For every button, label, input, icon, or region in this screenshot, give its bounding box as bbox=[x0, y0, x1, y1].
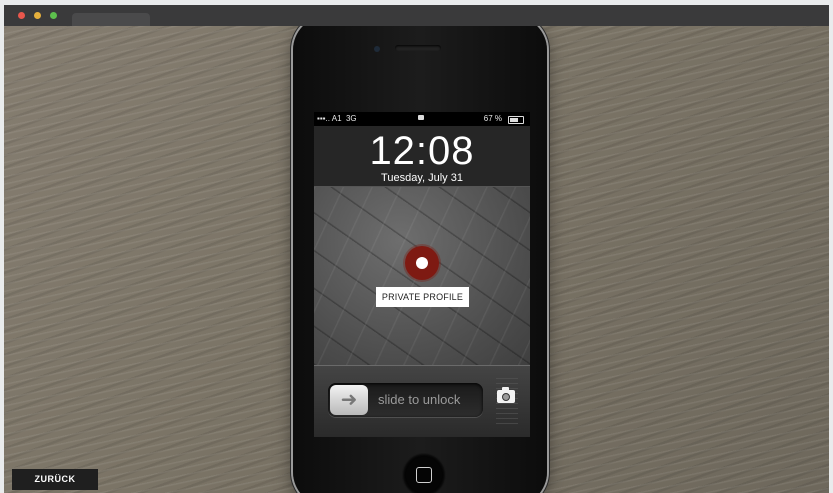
phone-mockup: ▪▪▪.. A1 3G 67 % 12:08 Tuesday, July 31 … bbox=[293, 26, 547, 493]
camera-icon[interactable] bbox=[497, 387, 515, 403]
battery-percent: 67 % bbox=[483, 114, 502, 123]
carrier-label: ▪▪▪.. A1 3G bbox=[317, 112, 357, 126]
browser-tab[interactable] bbox=[72, 13, 150, 26]
carrier-name: A1 bbox=[331, 114, 342, 123]
close-window-button[interactable] bbox=[18, 12, 25, 19]
clock-panel: 12:08 Tuesday, July 31 bbox=[314, 126, 530, 187]
private-profile-button[interactable]: PRIVATE PROFILE bbox=[376, 287, 469, 307]
home-button[interactable] bbox=[402, 453, 446, 493]
slide-to-unlock-label: slide to unlock bbox=[378, 392, 461, 407]
earpiece-speaker bbox=[395, 45, 441, 51]
pin-center bbox=[416, 257, 428, 269]
signal-icon: ▪▪▪.. bbox=[317, 114, 330, 123]
battery-fill bbox=[510, 118, 518, 122]
lock-time: 12:08 bbox=[369, 129, 475, 173]
front-camera-icon bbox=[374, 46, 380, 52]
minimize-window-button[interactable] bbox=[34, 12, 41, 19]
unlock-bar: ➜ slide to unlock bbox=[314, 365, 530, 437]
lock-date: Tuesday, July 31 bbox=[381, 172, 463, 184]
title-bar bbox=[4, 5, 829, 26]
battery-icon bbox=[508, 116, 524, 124]
back-button[interactable]: ZURÜCK bbox=[12, 469, 98, 490]
page-content: ▪▪▪.. A1 3G 67 % 12:08 Tuesday, July 31 … bbox=[4, 26, 829, 493]
maximize-window-button[interactable] bbox=[50, 12, 57, 19]
network-type: 3G bbox=[345, 114, 357, 123]
status-bar: ▪▪▪.. A1 3G 67 % bbox=[314, 112, 530, 126]
unlock-slider[interactable]: ➜ slide to unlock bbox=[328, 383, 483, 417]
lock-icon bbox=[418, 115, 424, 120]
home-square-icon bbox=[416, 467, 432, 483]
phone-screen: ▪▪▪.. A1 3G 67 % 12:08 Tuesday, July 31 … bbox=[314, 112, 530, 437]
browser-window: ▪▪▪.. A1 3G 67 % 12:08 Tuesday, July 31 … bbox=[4, 5, 829, 493]
arrow-right-icon[interactable]: ➜ bbox=[330, 385, 368, 415]
location-pin-icon[interactable] bbox=[405, 246, 439, 280]
